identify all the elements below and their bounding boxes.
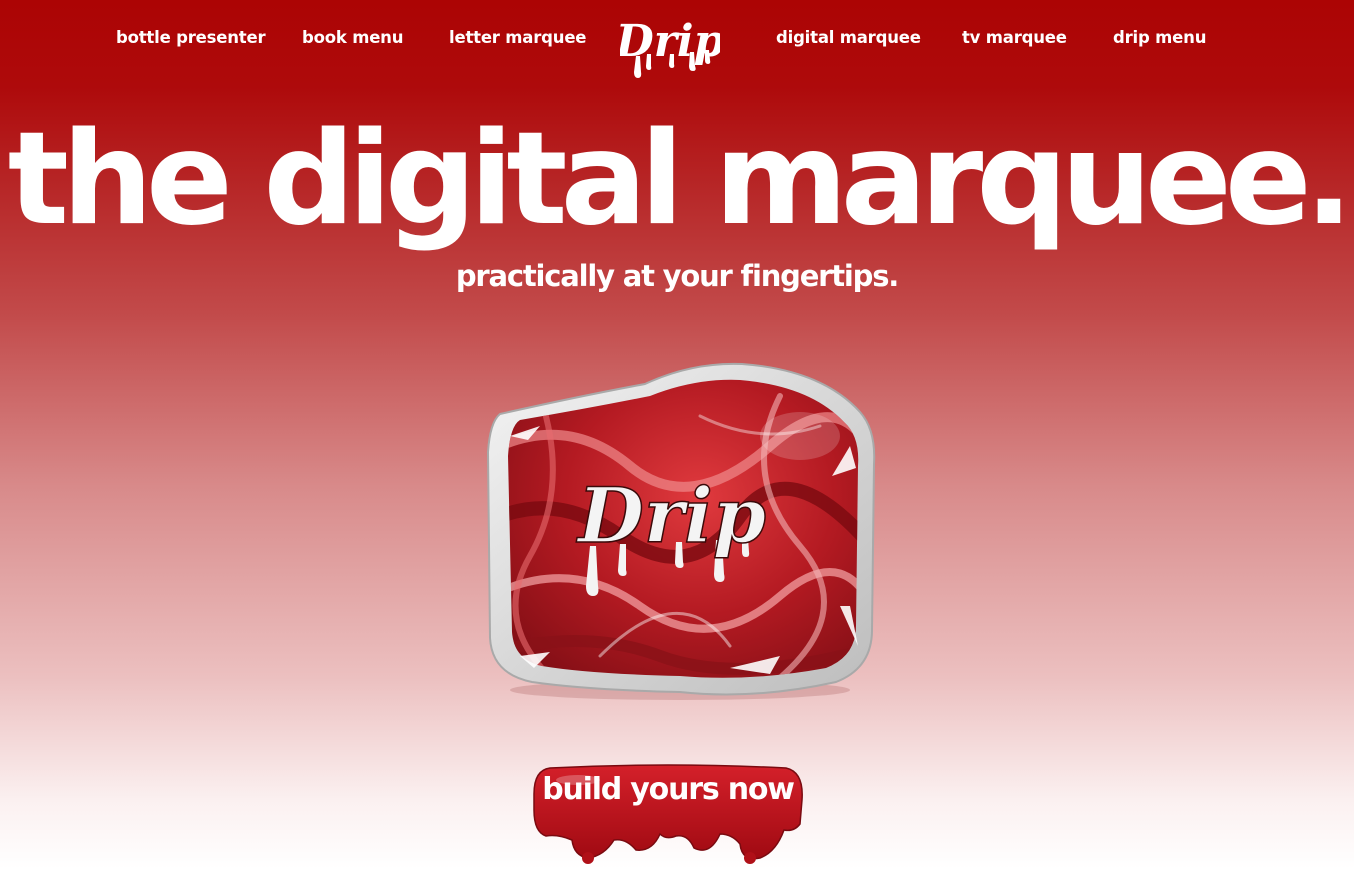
page-title: the digital marquee. [7, 105, 1354, 254]
build-yours-now-label: build yours now [542, 772, 795, 807]
drip-logo-graphic: Drip [620, 16, 720, 78]
digital-marquee-sign-image: Drip [480, 356, 880, 708]
sign-logo-text: Drip [576, 471, 766, 560]
nav-link-drip-menu[interactable]: drip menu [1113, 28, 1206, 47]
page-subtitle: practically at your fingertips. [455, 259, 899, 293]
nav-link-tv-marquee[interactable]: tv marquee [962, 28, 1067, 47]
build-yours-now-button[interactable]: build yours now [528, 760, 808, 864]
nav-link-digital-marquee[interactable]: digital marquee [776, 28, 921, 47]
top-navigation: bottle presenter book menu letter marque… [0, 0, 1354, 86]
nav-link-letter-marquee[interactable]: letter marquee [449, 28, 587, 47]
drip-logo-icon[interactable]: Drip [620, 6, 720, 82]
nav-link-book-menu[interactable]: book menu [302, 28, 403, 47]
nav-link-bottle-presenter[interactable]: bottle presenter [116, 28, 266, 47]
logo-text: Drip [620, 16, 720, 67]
